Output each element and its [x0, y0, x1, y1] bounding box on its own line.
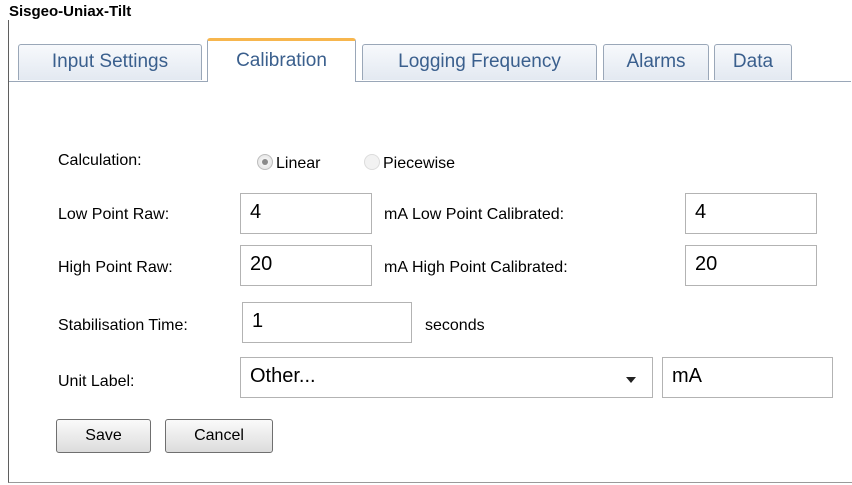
chevron-down-icon[interactable] [626, 377, 636, 383]
high-point-calibrated-label: High Point Calibrated: [412, 259, 568, 276]
piecewise-radio[interactable] [364, 154, 380, 170]
piecewise-radio-label: Piecewise [383, 155, 456, 172]
high-point-raw-unit: mA [384, 259, 408, 276]
low-point-raw-input[interactable]: 4 [240, 193, 372, 234]
low-point-raw-unit: mA [384, 206, 408, 223]
unit-label-select-value: Other... [250, 365, 316, 387]
save-button[interactable]: Save [56, 419, 151, 453]
high-point-raw-label: High Point Raw: [58, 259, 173, 276]
high-point-raw-input[interactable]: 20 [240, 245, 372, 286]
low-point-raw-label: Low Point Raw: [58, 206, 170, 223]
tab-input-settings[interactable]: Input Settings [18, 44, 202, 80]
tab-alarms[interactable]: Alarms [603, 44, 709, 80]
low-point-calibrated-label: Low Point Calibrated: [412, 206, 565, 223]
tab-data[interactable]: Data [714, 44, 792, 80]
calculation-label: Calculation: [58, 152, 142, 169]
window-title: Sisgeo-Uniax-Tilt [9, 3, 132, 20]
high-point-calibrated-input[interactable]: 20 [685, 245, 817, 286]
stabilisation-time-label: Stabilisation Time: [58, 317, 188, 334]
low-point-calibrated-input[interactable]: 4 [685, 193, 817, 234]
unit-label-label: Unit Label: [58, 373, 135, 390]
unit-label-custom-input[interactable]: mA [662, 357, 833, 398]
unit-label-select[interactable]: Other... [240, 357, 653, 398]
linear-radio[interactable] [257, 154, 273, 170]
stabilisation-time-unit: seconds [425, 317, 485, 334]
cancel-button[interactable]: Cancel [165, 419, 273, 453]
tab-logging-frequency[interactable]: Logging Frequency [362, 44, 597, 80]
stabilisation-time-input[interactable]: 1 [242, 302, 412, 343]
tab-calibration[interactable]: Calibration [207, 38, 356, 82]
linear-radio-label: Linear [276, 155, 321, 172]
